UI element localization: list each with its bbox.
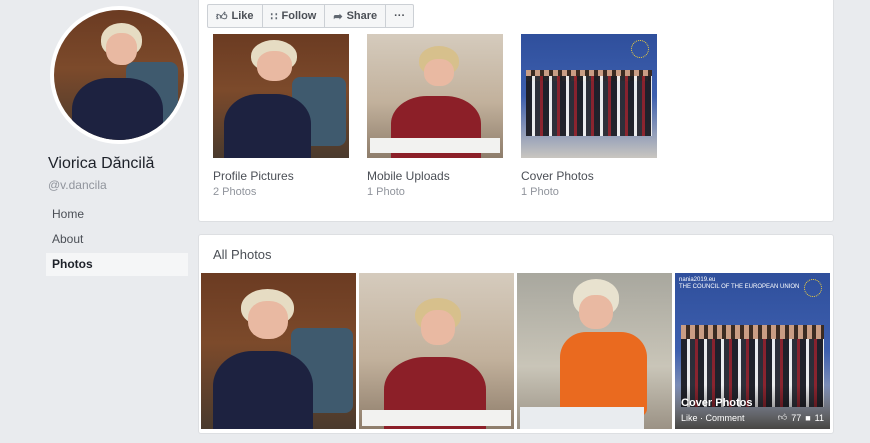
album-thumbnail[interactable] [367, 34, 503, 158]
thumbs-up-icon: 👍︎ [216, 10, 228, 23]
album-count: 1 Photo [367, 186, 405, 198]
overlay-stats: 👍︎ 77 ■ 11 [778, 412, 824, 423]
avatar [54, 10, 184, 140]
banner-text: nania2019.eu THE COUNCIL OF THE EUROPEAN… [679, 277, 800, 290]
page-nav: Home About Photos [46, 203, 188, 278]
photo-overlay: Cover Photos Like · Comment 👍︎ 77 ■ 11 [675, 385, 830, 429]
comments-count: 11 [814, 412, 824, 423]
likes-count: 77 [791, 412, 802, 423]
like-label: Like [231, 10, 254, 22]
photo-grid: nania2019.eu THE COUNCIL OF THE EUROPEAN… [201, 273, 830, 429]
album-thumbnail[interactable] [213, 34, 349, 158]
profile-name[interactable]: Viorica Dăncilă [48, 155, 154, 173]
nav-item-photos[interactable]: Photos [46, 253, 188, 276]
overlay-title[interactable]: Cover Photos [681, 397, 753, 409]
album-mobile-uploads[interactable]: Mobile Uploads 1 Photo [367, 34, 507, 198]
more-button[interactable]: ··· [386, 5, 413, 27]
action-buttons: 👍︎ Like ∷ Follow ➦ Share ··· [207, 4, 415, 28]
album-count: 1 Photo [521, 186, 559, 198]
page-actions-panel: 👍︎ Like ∷ Follow ➦ Share ··· [198, 0, 834, 36]
photo-tile[interactable] [359, 273, 514, 429]
profile-picture[interactable] [50, 6, 188, 144]
photo-tile[interactable] [517, 273, 672, 429]
follow-button[interactable]: ∷ Follow [263, 5, 326, 27]
comment-icon: ■ [805, 412, 811, 423]
share-button[interactable]: ➦ Share [325, 5, 387, 27]
share-label: Share [346, 10, 378, 22]
nav-item-about[interactable]: About [46, 228, 188, 251]
ellipsis-icon: ··· [394, 10, 406, 22]
section-title: All Photos [213, 247, 272, 262]
album-title[interactable]: Profile Pictures [213, 169, 353, 183]
album-title[interactable]: Mobile Uploads [367, 169, 507, 183]
photo-tile[interactable] [201, 273, 356, 429]
thumbs-up-icon: 👍︎ [777, 412, 788, 422]
follow-label: Follow [281, 10, 317, 22]
album-title[interactable]: Cover Photos [521, 169, 661, 183]
album-thumbnail[interactable] [521, 34, 657, 158]
all-photos-panel: All Photos nania2019.eu THE COUNCIL OF T… [198, 234, 834, 434]
album-count: 2 Photos [213, 186, 257, 198]
rss-icon: ∷ [270, 10, 278, 23]
nav-item-home[interactable]: Home [46, 203, 188, 226]
overlay-like-comment[interactable]: Like · Comment [681, 413, 745, 423]
profile-handle: @v.dancila [48, 178, 107, 192]
photo-tile-cover-photos[interactable]: nania2019.eu THE COUNCIL OF THE EUROPEAN… [675, 273, 830, 429]
like-button[interactable]: 👍︎ Like [208, 5, 263, 27]
share-arrow-icon: ➦ [333, 10, 343, 23]
album-cover-photos[interactable]: Cover Photos 1 Photo [521, 34, 661, 198]
album-profile-pictures[interactable]: Profile Pictures 2 Photos [213, 34, 353, 198]
albums-panel: Profile Pictures 2 Photos Mobile Uploads… [198, 34, 834, 222]
